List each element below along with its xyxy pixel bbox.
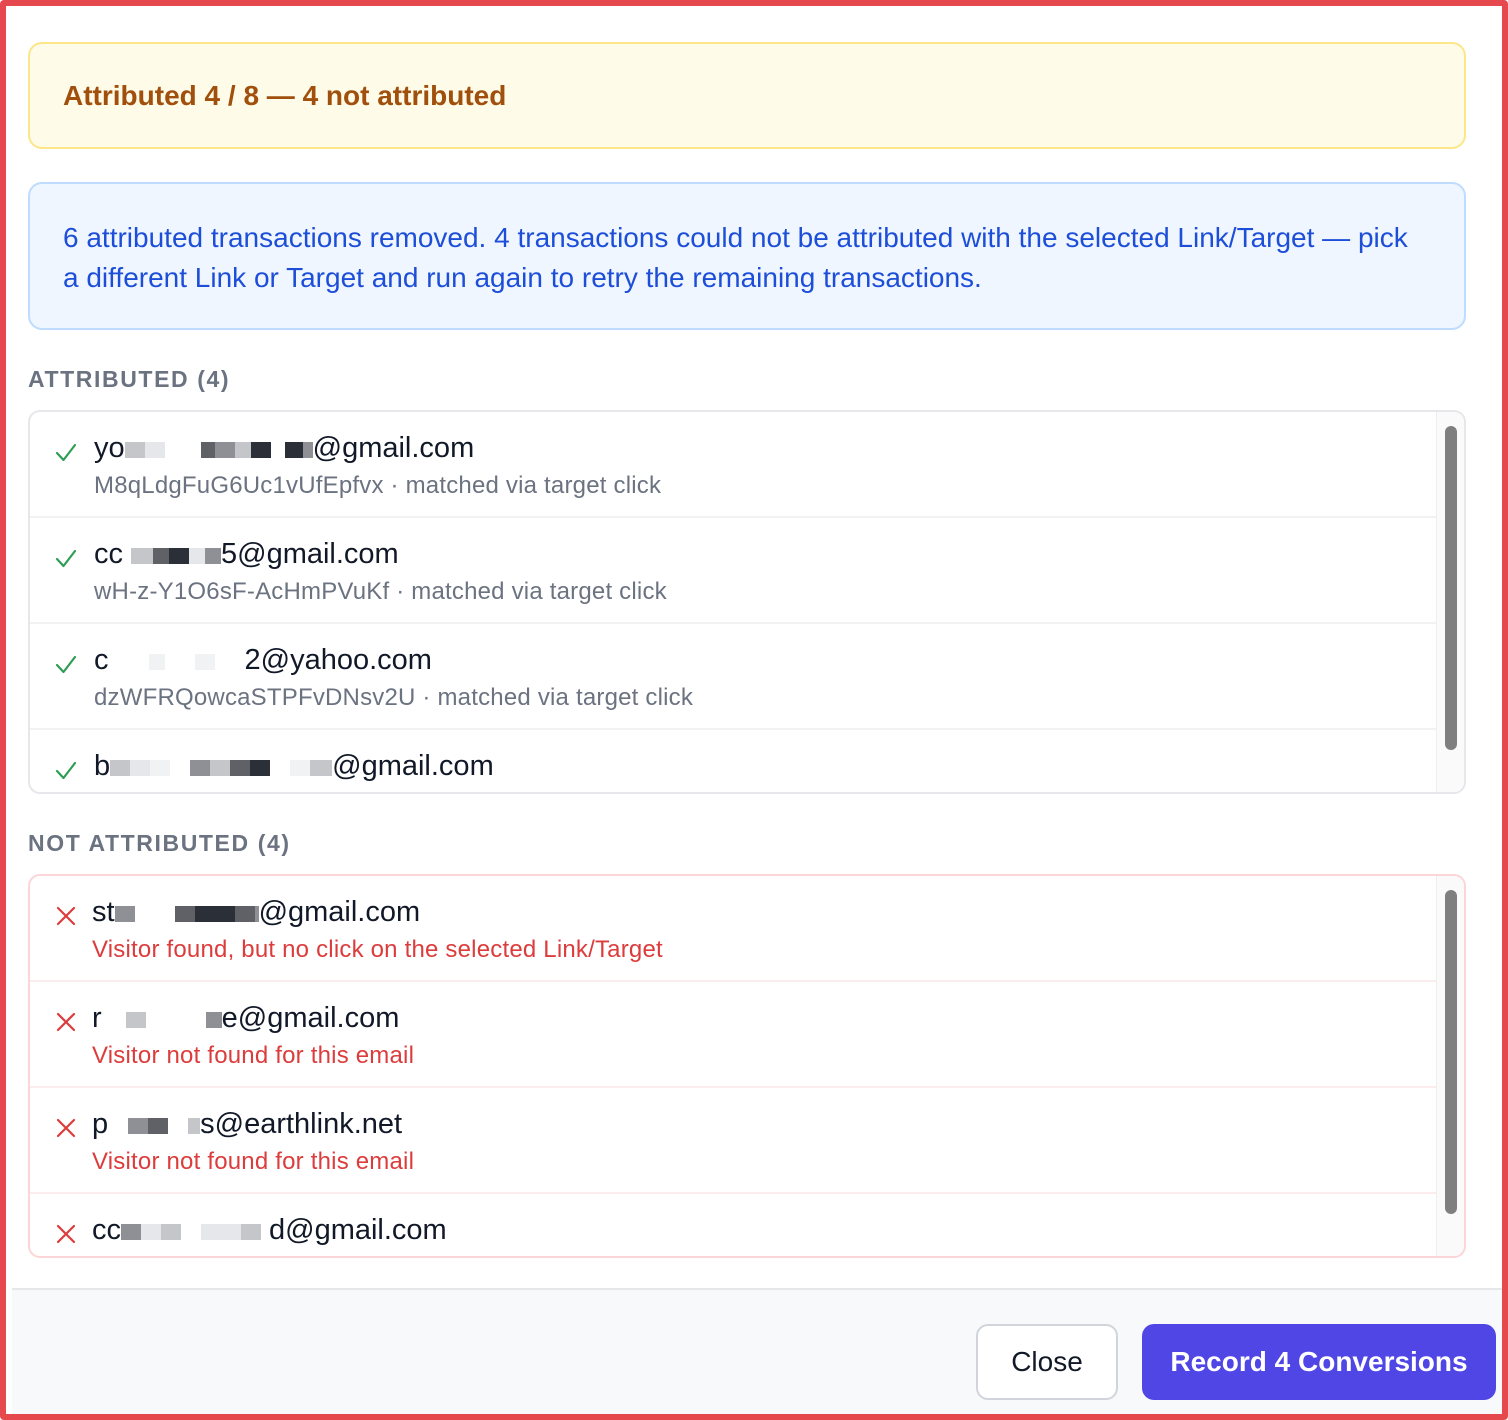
close-button[interactable]: Close — [976, 1324, 1118, 1400]
x-icon — [54, 1222, 78, 1246]
check-icon — [54, 440, 78, 464]
failure-reason: Visitor not found for this email — [92, 1042, 415, 1069]
not-attributed-scrollbar[interactable] — [1436, 876, 1464, 1256]
transaction-detail: dzWFRQowcaSTPFvDNsv2U · matched via targ… — [94, 684, 694, 711]
summary-text: Attributed 4 / 8 — 4 not attributed — [63, 79, 507, 111]
transaction-detail: wH-z-Y1O6sF-AcHmPVuKf · matched via targ… — [94, 578, 667, 605]
list-item: b @gmail.com — [30, 730, 1436, 792]
email-address: r e@gmail.com — [92, 1002, 400, 1034]
list-item: r e@gmail.com Visitor not found for this … — [30, 982, 1436, 1088]
email-address: cc 5@gmail.com — [94, 538, 399, 570]
email-address: p s@earthlink.net — [92, 1108, 403, 1140]
x-icon — [54, 1010, 78, 1034]
list-item: p s@earthlink.net Visitor not found for t… — [30, 1088, 1436, 1194]
list-item: c 2@yahoo.com dzWFRQowcaSTPFvDNsv2U · mat… — [30, 624, 1436, 730]
scrollbar-thumb[interactable] — [1445, 890, 1457, 1214]
list-item: cc 5@gmail.com wH-z-Y1O6sF-AcHmPVuKf · ma… — [30, 518, 1436, 624]
attributed-scrollbar[interactable] — [1436, 412, 1464, 792]
x-icon — [54, 904, 78, 928]
email-address: st @gmail.com — [92, 896, 421, 928]
list-item: st @gmail.com Visitor found, but no click… — [30, 876, 1436, 982]
check-icon — [54, 652, 78, 676]
email-address: yo @gmail.com — [94, 432, 475, 464]
failure-reason: Visitor not found for this email — [92, 1148, 415, 1175]
attributed-section-title: ATTRIBUTED (4) — [28, 366, 231, 392]
attributed-list[interactable]: yo @gmail.com M8qLdgFuG6Uc1vUfEpfvx · mat… — [28, 410, 1466, 794]
email-address: b @gmail.com — [94, 750, 494, 782]
email-address: c 2@yahoo.com — [94, 644, 432, 676]
not-attributed-section-title: NOT ATTRIBUTED (4) — [28, 830, 291, 856]
not-attributed-list[interactable]: st @gmail.com Visitor found, but no click… — [28, 874, 1466, 1258]
failure-reason: Visitor found, but no click on the selec… — [92, 936, 663, 963]
modal-footer: Close Record 4 Conversions — [12, 1288, 1502, 1414]
check-icon — [54, 546, 78, 570]
check-icon — [54, 758, 78, 782]
info-text: 6 attributed transactions removed. 4 tra… — [63, 222, 1408, 293]
info-banner: 6 attributed transactions removed. 4 tra… — [28, 182, 1466, 330]
email-address: cc d@gmail.com — [92, 1214, 447, 1246]
scrollbar-thumb[interactable] — [1445, 426, 1457, 750]
redaction — [124, 442, 145, 458]
attribution-summary-banner: Attributed 4 / 8 — 4 not attributed — [28, 42, 1466, 149]
list-item: cc d@gmail.com — [30, 1194, 1436, 1256]
modal-frame: Attributed 4 / 8 — 4 not attributed 6 at… — [0, 0, 1508, 1420]
transaction-detail: M8qLdgFuG6Uc1vUfEpfvx · matched via targ… — [94, 472, 662, 499]
list-item: yo @gmail.com M8qLdgFuG6Uc1vUfEpfvx · mat… — [30, 412, 1436, 518]
record-conversions-button[interactable]: Record 4 Conversions — [1142, 1324, 1496, 1400]
x-icon — [54, 1116, 78, 1140]
